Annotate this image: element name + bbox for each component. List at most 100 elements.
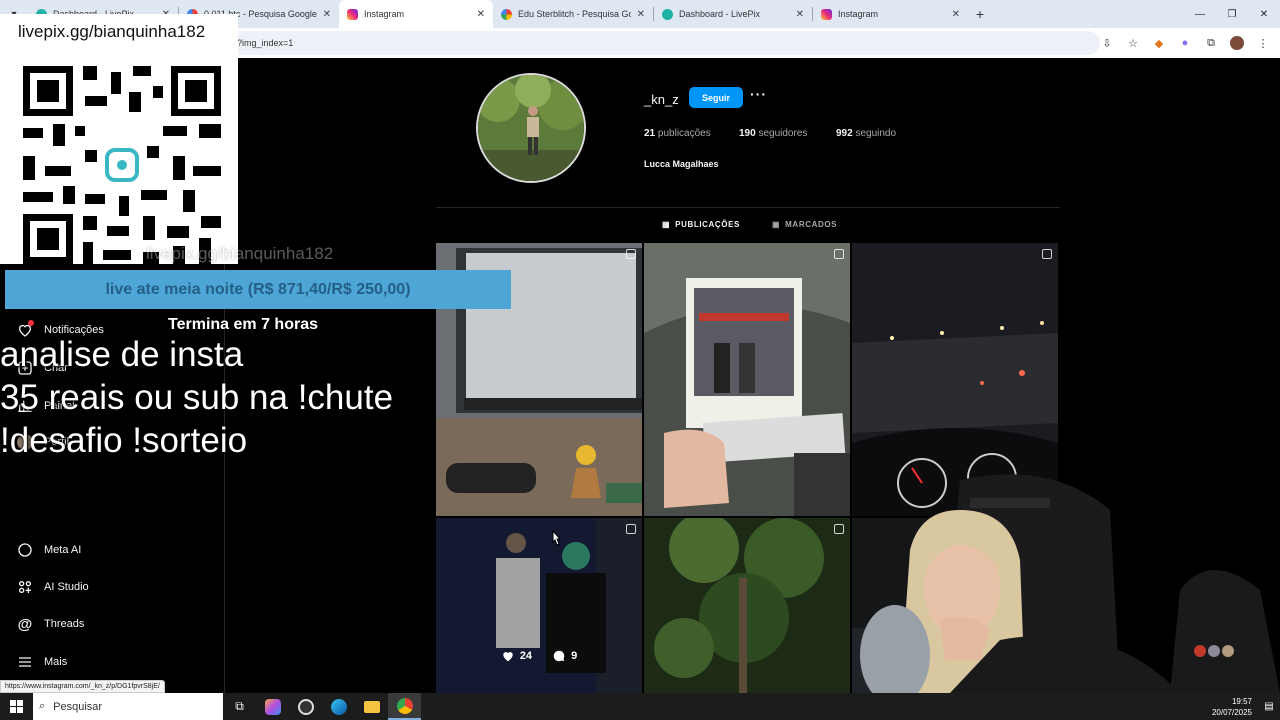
post-thumbnail[interactable] xyxy=(644,243,850,516)
minimize-icon[interactable]: — xyxy=(1184,0,1216,28)
search-icon: ⌕ xyxy=(39,700,46,712)
close-icon[interactable]: ✕ xyxy=(952,9,960,20)
close-icon[interactable]: ✕ xyxy=(323,9,331,20)
profile-divider xyxy=(436,207,1060,208)
qr-code xyxy=(23,66,221,264)
emote-icon xyxy=(1208,645,1220,657)
following-label: seguindo xyxy=(855,128,897,139)
clock-time: 19:57 xyxy=(1231,696,1252,706)
link-hover-status: https://www.instagram.com/_kn_z/p/DG1fpv… xyxy=(0,680,165,693)
sidebar-item-threads[interactable]: @ Threads xyxy=(16,615,85,633)
sidebar-item-ai-studio[interactable]: AI Studio xyxy=(16,578,89,596)
carousel-icon xyxy=(626,249,636,259)
donation-goal-bar: live ate meia noite (R$ 871,40/R$ 250,00… xyxy=(5,270,511,309)
close-icon[interactable]: ✕ xyxy=(796,9,804,20)
instagram-icon xyxy=(347,8,358,20)
emote-icon xyxy=(1222,645,1234,657)
restore-icon[interactable]: ❐ xyxy=(1216,0,1248,28)
metamask-extension-icon[interactable]: ◆ xyxy=(1148,32,1170,54)
comments-stat: 9 xyxy=(552,649,577,663)
tab-title: Edu Sterblitch - Pesquisa Google xyxy=(518,9,631,19)
close-icon[interactable]: ✕ xyxy=(477,9,485,20)
new-tab-icon[interactable]: + xyxy=(968,6,992,22)
tab-google-search-edu[interactable]: Edu Sterblitch - Pesquisa Google ✕ xyxy=(493,0,653,28)
windows-start-icon[interactable] xyxy=(0,693,33,720)
obs-icon[interactable] xyxy=(289,693,322,720)
livepix-qr-card: livepix.gg/bianquinha182 xyxy=(0,14,238,264)
sidebar-item-label: Threads xyxy=(44,618,85,630)
profile-picture[interactable] xyxy=(476,73,586,183)
sidebar-item-meta-ai[interactable]: Meta AI xyxy=(16,541,81,559)
qr-title: livepix.gg/bianquinha182 xyxy=(18,22,206,41)
browser-menu-icon[interactable]: ⋮ xyxy=(1252,32,1274,54)
system-tray: 19:57 20/07/2025 ▤ xyxy=(1206,693,1280,720)
file-explorer-icon[interactable] xyxy=(355,693,388,720)
bookmark-star-icon[interactable]: ☆ xyxy=(1122,32,1144,54)
toolbar-icons: ⇩ ☆ ◆ ● ⧉ ⋮ xyxy=(1096,28,1274,58)
tab-title: Instagram xyxy=(364,9,405,19)
promo-line: analise de insta xyxy=(0,335,244,374)
tab-title: Instagram xyxy=(838,9,879,19)
posts-count: 21 xyxy=(644,128,656,139)
tag-icon: ▣ xyxy=(772,220,781,229)
likes-count: 24 xyxy=(519,650,533,662)
google-icon xyxy=(501,8,512,20)
goal-text: live ate meia noite (R$ 871,40/R$ 250,00… xyxy=(105,280,411,298)
screen: { "browser": { "tabs": [ {"title": "Dash… xyxy=(0,0,1280,720)
profile-full-name: Lucca Magalhaes xyxy=(644,159,719,169)
close-icon[interactable]: ✕ xyxy=(637,9,645,20)
heart-icon xyxy=(503,652,513,662)
sidebar-item-more[interactable]: Mais xyxy=(16,653,67,671)
post-thumbnail-hovered[interactable]: 24 9 xyxy=(436,518,642,693)
mouse-pointer-icon xyxy=(552,530,562,546)
posts-count-stat[interactable]: 21 publicações xyxy=(644,128,711,139)
sidebar-item-label: AI Studio xyxy=(44,581,89,593)
window-controls: — ❐ ✕ xyxy=(1184,0,1280,28)
tab-tagged[interactable]: ▣ MARCADOS xyxy=(772,220,837,229)
close-window-icon[interactable]: ✕ xyxy=(1248,0,1280,28)
profile-username: _kn_z xyxy=(644,92,679,107)
following-stat[interactable]: 992 seguindo xyxy=(836,128,896,139)
followers-count: 190 xyxy=(739,128,756,139)
tab-instagram-2[interactable]: Instagram ✕ xyxy=(813,0,968,28)
chat-emotes xyxy=(1194,645,1234,657)
post-hover-stats: 24 9 xyxy=(436,518,642,693)
instagram-icon xyxy=(821,8,832,20)
carousel-icon xyxy=(834,524,844,534)
sidebar-item-label: Mais xyxy=(44,656,68,668)
menu-icon xyxy=(16,653,34,671)
tab-instagram-active[interactable]: Instagram ✕ xyxy=(339,0,493,28)
edge-icon[interactable] xyxy=(322,693,355,720)
copilot-icon[interactable] xyxy=(256,693,289,720)
notifications-icon[interactable]: ▤ xyxy=(1258,701,1280,712)
extension-icon-2[interactable]: ● xyxy=(1174,32,1196,54)
install-app-icon[interactable]: ⇩ xyxy=(1096,32,1118,54)
windows-taskbar: ⌕ Pesquisar ⧉ 19:57 20/07/2025 ▤ xyxy=(0,693,1280,720)
clock[interactable]: 19:57 20/07/2025 xyxy=(1206,696,1258,718)
taskbar-search[interactable]: ⌕ Pesquisar xyxy=(33,693,223,720)
followers-label: seguidores xyxy=(758,128,808,139)
notification-badge xyxy=(28,320,34,326)
tab-livepix-dashboard-2[interactable]: Dashboard - LivePix ✕ xyxy=(654,0,812,28)
sidebar-item-label: Meta AI xyxy=(44,544,82,556)
extensions-puzzle-icon[interactable]: ⧉ xyxy=(1200,32,1222,54)
tab-title: Dashboard - LivePix xyxy=(679,9,761,19)
ai-studio-icon xyxy=(16,578,34,596)
posts-label: publicações xyxy=(657,128,711,139)
follow-button[interactable]: Seguir xyxy=(689,87,743,108)
post-thumbnail[interactable] xyxy=(644,518,850,693)
likes-stat: 24 xyxy=(501,649,532,663)
livepix-link-ghost: livepix.gg/bianquinha182 xyxy=(146,244,334,263)
tab-posts[interactable]: ▦ PUBLICAÇÕES xyxy=(662,220,740,229)
following-count: 992 xyxy=(836,128,853,139)
task-view-icon[interactable]: ⧉ xyxy=(223,693,256,720)
carousel-icon xyxy=(834,249,844,259)
avatar[interactable] xyxy=(1226,32,1248,54)
goal-countdown: Termina em 7 horas xyxy=(168,316,318,333)
address-text: ?img_index=1 xyxy=(237,38,294,48)
followers-stat[interactable]: 190 seguidores xyxy=(739,128,807,139)
more-options-button[interactable]: ··· xyxy=(750,86,767,102)
chrome-icon[interactable] xyxy=(388,693,421,720)
comments-count: 9 xyxy=(571,650,578,662)
meta-ai-icon xyxy=(16,541,34,559)
